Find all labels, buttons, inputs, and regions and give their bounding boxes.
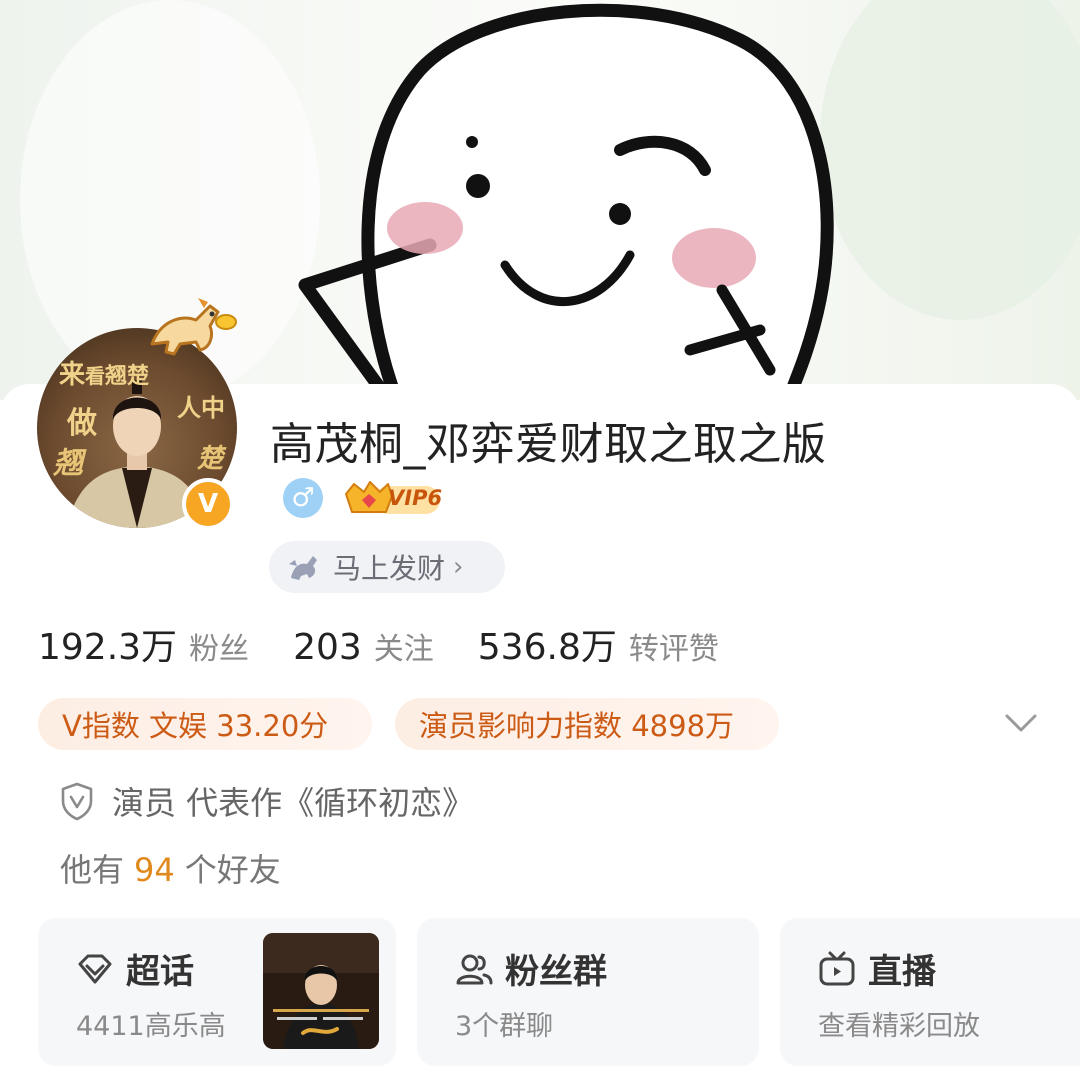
fan-group-title: 粉丝群 [505,952,607,992]
verified-badge-icon: V [182,478,234,530]
super-topic-subtitle: 4411高乐高 [76,1011,226,1042]
v-index-chip[interactable]: V指数 文娱 33.20分 [38,698,372,750]
fan-group-subtitle: 3个群聊 [455,1011,554,1042]
following-count[interactable]: 203 [293,627,362,668]
verification-info: 演员 代表作《循环初恋》 [60,778,474,824]
engagement-count: 536.8万 [477,627,617,668]
avatar-horse-decoration-icon [150,298,237,356]
stats-row: 192.3万 粉丝 203 关注 536.8万 转评赞 [38,618,763,668]
v-index-label: V指数 文娱 33.20分 [62,709,329,743]
title-pill-label: 马上发财 [333,552,446,585]
avatar-text-1: 来 [59,360,86,390]
friends-row[interactable]: 他有 94 个好友 [60,845,281,891]
actor-influence-chip[interactable]: 演员影响力指数 4898万 [395,698,779,750]
live-card[interactable]: 直播 查看精彩回放 [780,918,1080,1066]
shield-v-icon [61,782,93,821]
followers-count[interactable]: 192.3万 [38,618,177,670]
avatar-text-4: 楚 [127,364,150,389]
super-topic-card[interactable]: 超话 4411高乐高 [38,918,396,1066]
tv-icon [819,951,855,985]
avatar-text-9: 楚 [197,444,224,474]
live-title: 直播 [868,952,936,992]
followers-label[interactable]: 粉丝 [189,624,249,668]
chevron-right-icon: › [453,552,464,582]
engagement-label: 转评赞 [628,632,719,667]
chevron-down-icon[interactable] [1004,710,1038,736]
title-pill[interactable]: 马上发财 › [269,541,505,593]
male-gender-icon: ♂ [283,478,323,518]
super-topic-title: 超话 [126,952,194,992]
fan-group-card[interactable]: 粉丝群 3个群聊 [417,918,759,1066]
actor-influence-label: 演员影响力指数 4898万 [419,709,735,743]
friends-prefix: 他有 [60,851,125,889]
profile-name: 高茂桐_邓弈爱财取之取之版 [270,419,827,470]
diamond-icon [78,954,112,983]
avatar-text-3: 翘 [105,364,128,389]
friends-count: 94 [134,851,175,889]
live-subtitle: 查看精彩回放 [818,1011,980,1042]
horse-icon [289,556,317,580]
avatar-text-6: 人 [177,394,201,422]
following-label[interactable]: 关注 [374,624,434,668]
group-icon [456,954,493,984]
drama-poster-thumbnail[interactable] [263,933,379,1049]
avatar-text-8: 翘 [53,446,83,481]
friends-suffix: 个好友 [184,851,281,889]
vip-level-label: VIP6 [388,486,443,510]
avatar-text-7: 中 [201,394,225,422]
verification-text: 演员 代表作《循环初恋》 [112,784,475,822]
avatar-text-2: 看 [85,364,106,388]
avatar-text-5: 做 [67,406,97,441]
